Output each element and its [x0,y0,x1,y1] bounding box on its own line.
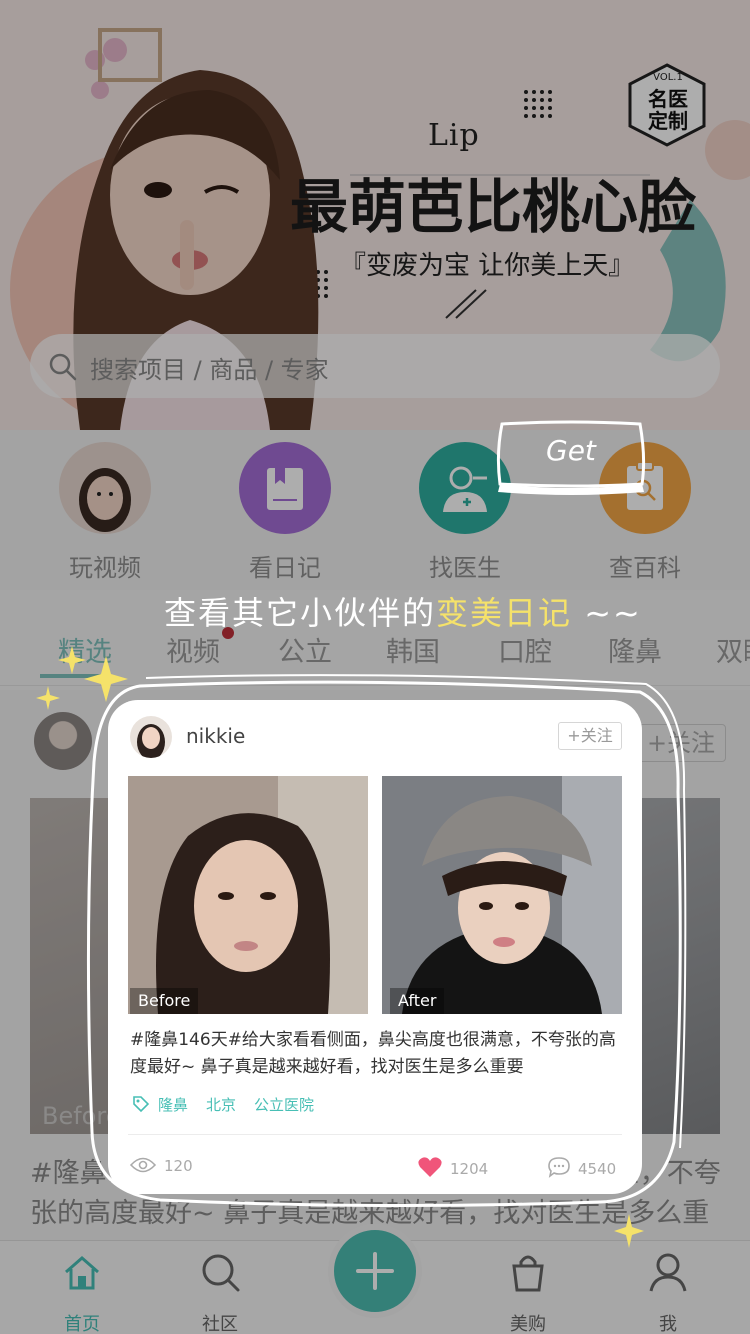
tag-icon [133,1096,150,1113]
guide-text-suffix: ~~ [572,594,642,632]
card-username[interactable]: nikkie [186,724,245,748]
comment-icon [548,1157,570,1178]
views-count: 120 [129,1156,193,1175]
eye-icon [129,1157,157,1173]
guide-text: 查看其它小伙伴的变美日记 ~~ [164,588,642,634]
post-tags: 隆鼻 北京 公立医院 [132,1094,332,1118]
heart-icon [418,1157,442,1177]
guide-text-highlight: 变美日记 [436,594,573,632]
follow-button[interactable]: +关注 [558,722,622,750]
card-divider [128,1134,622,1135]
before-label: Before [130,988,199,1014]
tag-link[interactable]: 公立医院 [254,1096,314,1114]
views-value: 120 [164,1157,193,1175]
post-text[interactable]: #隆鼻146天#给大家看看侧面，鼻尖高度也很满意，不夸张的高度最好~ 鼻子真是越… [130,1027,626,1081]
after-label: After [390,988,445,1014]
like-button[interactable]: 1204 [418,1156,488,1178]
sparkle-icon [36,686,60,710]
comments-value: 4540 [578,1160,617,1178]
post-photo-after[interactable] [382,776,622,1014]
get-button-label: Get [546,434,596,467]
guide-text-prefix: 查看其它小伙伴的 [164,594,437,632]
tag-link[interactable]: 隆鼻 [158,1096,188,1114]
sparkle-icon [614,1214,644,1248]
likes-value: 1204 [450,1160,489,1178]
post-photo-before[interactable] [128,776,368,1014]
tag-link[interactable]: 北京 [206,1096,236,1114]
comment-button[interactable]: 4540 [548,1156,616,1178]
avatar[interactable] [130,716,172,758]
